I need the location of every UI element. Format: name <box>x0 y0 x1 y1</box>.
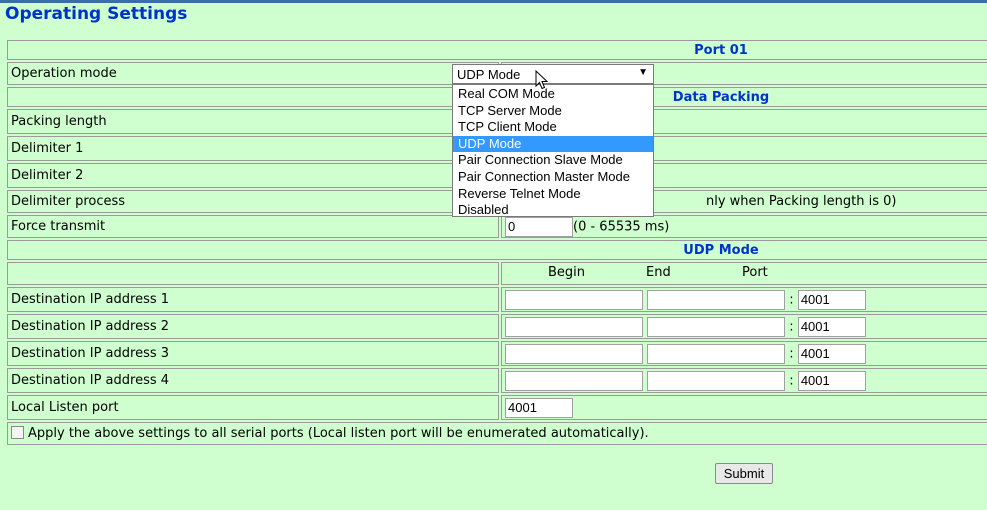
column-header-cell: Begin End Port <box>501 262 987 285</box>
port-separator: : <box>789 346 794 361</box>
port-separator: : <box>789 319 794 334</box>
destination-ip-1-cell: : <box>501 287 987 312</box>
destination-ip-3-cell: : <box>501 341 987 366</box>
destination-ip-3-port-input[interactable] <box>797 343 866 364</box>
destination-ip-4-end-input[interactable] <box>647 370 786 391</box>
column-begin-header: Begin <box>548 265 586 280</box>
operation-mode-label: Operation mode <box>7 62 499 85</box>
page-title: Operating Settings <box>5 4 188 24</box>
destination-ip-4-begin-input[interactable] <box>505 370 643 391</box>
local-listen-port-cell <box>501 395 987 420</box>
destination-ip-1-label: Destination IP address 1 <box>7 287 499 312</box>
mode-option-reverse-telnet[interactable]: Reverse Telnet Mode <box>453 186 653 203</box>
port-separator: : <box>789 373 794 388</box>
destination-ip-2-cell: : <box>501 314 987 339</box>
apply-all-checkbox[interactable] <box>11 426 24 439</box>
operation-mode-dropdown: Real COM Mode TCP Server Mode TCP Client… <box>452 84 654 217</box>
destination-ip-2-port-input[interactable] <box>797 316 866 337</box>
delimiter-process-label: Delimiter process <box>7 190 499 213</box>
column-end-header: End <box>646 265 671 280</box>
delimiter-process-note: nly when Packing length is 0) <box>706 194 897 209</box>
destination-ip-1-end-input[interactable] <box>647 289 786 310</box>
destination-ip-3-end-input[interactable] <box>647 343 786 364</box>
udp-mode-header: UDP Mode <box>7 240 987 260</box>
mode-option-pair-master[interactable]: Pair Connection Master Mode <box>453 169 653 186</box>
destination-ip-3-begin-input[interactable] <box>505 343 643 364</box>
force-transmit-input[interactable] <box>505 216 573 237</box>
destination-ip-4-label: Destination IP address 4 <box>7 368 499 393</box>
mode-option-disabled[interactable]: Disabled <box>453 202 653 219</box>
mouse-cursor-icon <box>535 70 549 90</box>
column-header-blank <box>7 262 499 285</box>
mode-option-tcp-server[interactable]: TCP Server Mode <box>453 103 653 120</box>
apply-all-row: Apply the above settings to all serial p… <box>7 422 987 445</box>
operation-mode-selected-value: UDP Mode <box>457 67 521 82</box>
destination-ip-2-begin-input[interactable] <box>505 316 643 337</box>
force-transmit-range: (0 - 65535 ms) <box>573 219 670 234</box>
local-listen-port-label: Local Listen port <box>7 395 499 420</box>
submit-button[interactable]: Submit <box>715 463 773 484</box>
mode-option-real-com[interactable]: Real COM Mode <box>453 86 653 103</box>
destination-ip-2-end-input[interactable] <box>647 316 786 337</box>
destination-ip-2-label: Destination IP address 2 <box>7 314 499 339</box>
local-listen-port-input[interactable] <box>505 397 573 418</box>
destination-ip-4-port-input[interactable] <box>797 370 866 391</box>
destination-ip-4-cell: : <box>501 368 987 393</box>
mode-option-pair-slave[interactable]: Pair Connection Slave Mode <box>453 152 653 169</box>
port-separator: : <box>789 292 794 307</box>
top-border <box>0 0 987 3</box>
destination-ip-1-port-input[interactable] <box>797 289 866 310</box>
mode-option-tcp-client[interactable]: TCP Client Mode <box>453 119 653 136</box>
apply-all-label: Apply the above settings to all serial p… <box>28 426 649 441</box>
operation-mode-select[interactable]: UDP Mode ▼ <box>452 64 654 84</box>
force-transmit-label: Force transmit <box>7 215 499 238</box>
mode-option-udp[interactable]: UDP Mode <box>453 135 653 153</box>
packing-length-label: Packing length <box>7 109 499 134</box>
column-port-header: Port <box>742 265 768 280</box>
delimiter1-label: Delimiter 1 <box>7 136 499 161</box>
port-header: Port 01 <box>7 40 987 60</box>
destination-ip-3-label: Destination IP address 3 <box>7 341 499 366</box>
delimiter2-label: Delimiter 2 <box>7 163 499 188</box>
dropdown-arrow-icon: ▼ <box>638 67 648 78</box>
destination-ip-1-begin-input[interactable] <box>505 289 643 310</box>
